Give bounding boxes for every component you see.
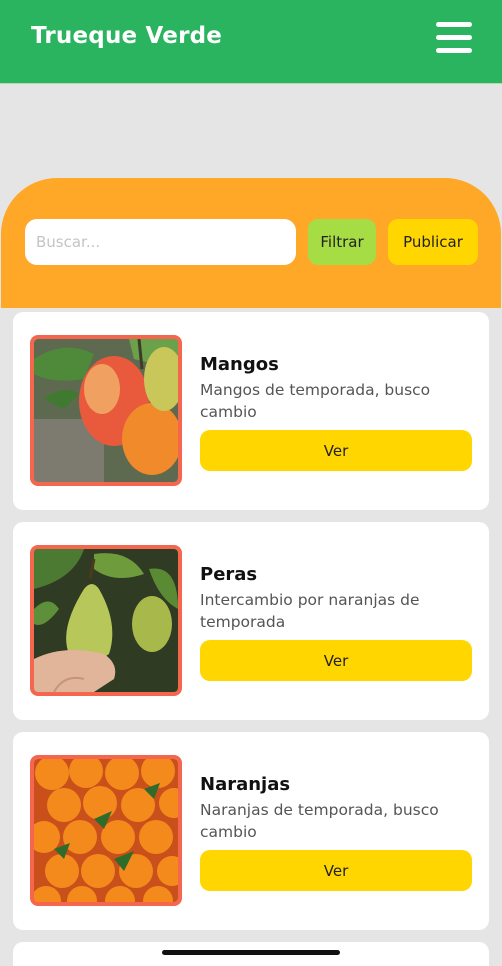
listing-title: Peras (200, 564, 258, 585)
search-input[interactable] (25, 219, 296, 265)
view-button[interactable]: Ver (200, 640, 472, 681)
listing-title: Naranjas (200, 774, 291, 795)
pears-photo (30, 545, 182, 696)
app-header: Trueque Verde (0, 0, 502, 84)
mangos-photo (30, 335, 182, 486)
view-button[interactable]: Ver (200, 850, 472, 891)
home-indicator[interactable] (162, 950, 340, 955)
listing-description: Mangos de temporada, busco cambio (200, 381, 431, 421)
app-title: Trueque Verde (31, 23, 223, 49)
publish-button[interactable]: Publicar (388, 219, 478, 265)
view-button[interactable]: Ver (200, 430, 472, 471)
hamburger-menu-icon[interactable] (436, 22, 472, 54)
listing-card-peras: Peras Intercambio por naranjas de tempor… (13, 522, 489, 720)
menu-bar (436, 35, 472, 40)
filter-button[interactable]: Filtrar (308, 219, 376, 265)
menu-bar (436, 48, 472, 53)
oranges-photo (30, 755, 182, 906)
listing-description: Naranjas de temporada, busco cambio (200, 801, 439, 841)
listing-card-mangos: Mangos Mangos de temporada, busco cambio… (13, 312, 489, 510)
listing-card-naranjas: Naranjas Naranjas de temporada, busco ca… (13, 732, 489, 930)
listing-title: Mangos (200, 354, 279, 375)
menu-bar (436, 22, 472, 27)
listing-description: Intercambio por naranjas de temporada (200, 591, 420, 631)
